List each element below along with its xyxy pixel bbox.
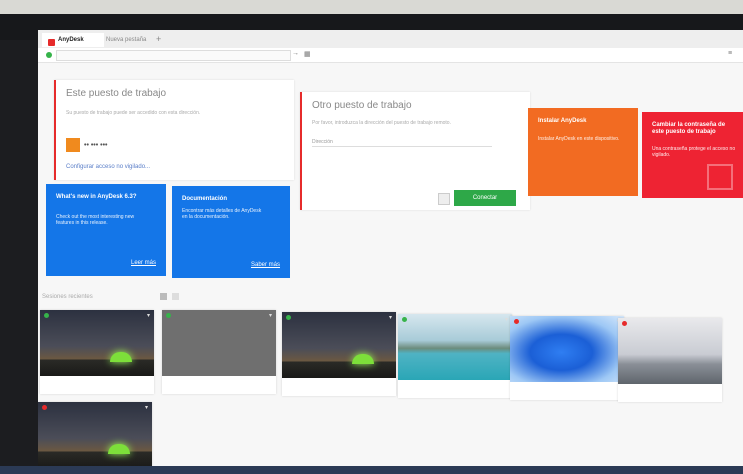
promo-title: Instalar AnyDesk <box>538 118 587 124</box>
lock-icon <box>707 164 733 190</box>
promo-title: Documentación <box>182 196 228 202</box>
session-preview <box>618 318 722 384</box>
desk-id-icon <box>66 138 80 152</box>
recent-session-thumbnail[interactable]: ▾ <box>282 312 396 396</box>
promo-text: Check out the most interesting new featu… <box>56 214 135 226</box>
unattended-access-link[interactable]: Configurar acceso no vigilado... <box>66 164 150 170</box>
connection-status-icon <box>46 52 52 58</box>
session-preview <box>510 316 624 382</box>
documentation-tile[interactable]: Documentación Encontrar más detalles de … <box>172 186 290 278</box>
online-status-icon <box>402 317 407 322</box>
remote-address-input[interactable]: Dirección <box>312 138 492 147</box>
desk-address: •• ••• ••• <box>84 142 108 149</box>
recent-sessions-header: Sesiones recientes <box>42 294 93 300</box>
remote-desk-description: Por favor, introduzca la dirección del p… <box>312 120 451 126</box>
address-bar: → ▦ ≡ <box>38 48 743 63</box>
offline-status-icon <box>514 319 519 324</box>
anydesk-window: AnyDesk Nueva pestaña + → ▦ ≡ Este puest… <box>38 30 743 474</box>
connect-arrow-icon[interactable]: → <box>292 50 299 57</box>
online-status-icon <box>286 315 291 320</box>
session-preview <box>398 314 512 380</box>
recent-session-thumbnail[interactable]: ▾ <box>38 402 152 474</box>
remote-desk-card: Otro puesto de trabajo Por favor, introd… <box>300 92 530 210</box>
session-preview <box>162 310 276 376</box>
session-preview <box>38 402 152 468</box>
offline-status-icon <box>42 405 47 410</box>
recent-session-thumbnail[interactable]: ▾ <box>510 316 624 400</box>
session-preview <box>40 310 154 376</box>
whats-new-tile[interactable]: What's new in AnyDesk 6.3? Check out the… <box>46 184 166 276</box>
change-password-tile[interactable]: Cambiar la contraseña de este puesto de … <box>642 112 743 198</box>
more-options-icon[interactable]: ▾ <box>269 312 272 319</box>
offline-status-icon <box>622 321 627 326</box>
session-preview <box>282 312 396 378</box>
this-desk-description: Su puesto de trabajo puede ser accedido … <box>66 110 201 116</box>
connect-button[interactable]: Conectar <box>454 190 516 206</box>
file-transfer-icon[interactable] <box>438 193 450 205</box>
recent-session-thumbnail[interactable]: ▾ <box>398 314 512 398</box>
menu-icon[interactable]: ≡ <box>728 50 732 57</box>
anydesk-logo-icon <box>48 39 55 46</box>
tab-label: Nueva pestaña <box>106 37 147 43</box>
taskbar <box>0 466 743 474</box>
recent-session-thumbnail[interactable]: ▾ <box>162 310 276 394</box>
recent-session-thumbnail[interactable]: ▾ <box>40 310 154 394</box>
learn-more-link[interactable]: Saber más <box>251 262 280 268</box>
address-input[interactable] <box>56 50 291 61</box>
install-anydesk-tile[interactable]: Instalar AnyDesk Instalar AnyDesk en est… <box>528 108 638 196</box>
promo-text: Encontrar más detalles de AnyDesk en la … <box>182 208 262 220</box>
promo-text: Una contraseña protege el acceso no vigi… <box>652 146 736 158</box>
recent-session-thumbnail[interactable] <box>618 318 722 402</box>
more-options-icon[interactable]: ▾ <box>505 316 508 323</box>
tab-label: AnyDesk <box>58 37 84 43</box>
online-status-icon <box>44 313 49 318</box>
promo-text: Instalar AnyDesk en este dispositivo. <box>538 136 620 142</box>
more-options-icon[interactable]: ▾ <box>145 404 148 411</box>
add-tab-icon[interactable]: + <box>156 34 161 44</box>
list-view-icon[interactable] <box>172 293 179 300</box>
grid-view-icon[interactable] <box>160 293 167 300</box>
this-desk-card: Este puesto de trabajo Su puesto de trab… <box>54 80 294 180</box>
browse-icon[interactable]: ▦ <box>304 50 311 58</box>
online-status-icon <box>166 313 171 318</box>
promo-title: Cambiar la contraseña de este puesto de … <box>652 122 726 135</box>
read-more-link[interactable]: Leer más <box>131 260 156 266</box>
remote-desk-title: Otro puesto de trabajo <box>312 100 412 111</box>
more-options-icon[interactable]: ▾ <box>389 314 392 321</box>
tab-new[interactable]: Nueva pestaña <box>90 33 174 47</box>
title-bar: AnyDesk Nueva pestaña + <box>38 30 743 48</box>
more-options-icon[interactable]: ▾ <box>147 312 150 319</box>
promo-title: What's new in AnyDesk 6.3? <box>56 194 137 200</box>
this-desk-title: Este puesto de trabajo <box>66 88 167 99</box>
